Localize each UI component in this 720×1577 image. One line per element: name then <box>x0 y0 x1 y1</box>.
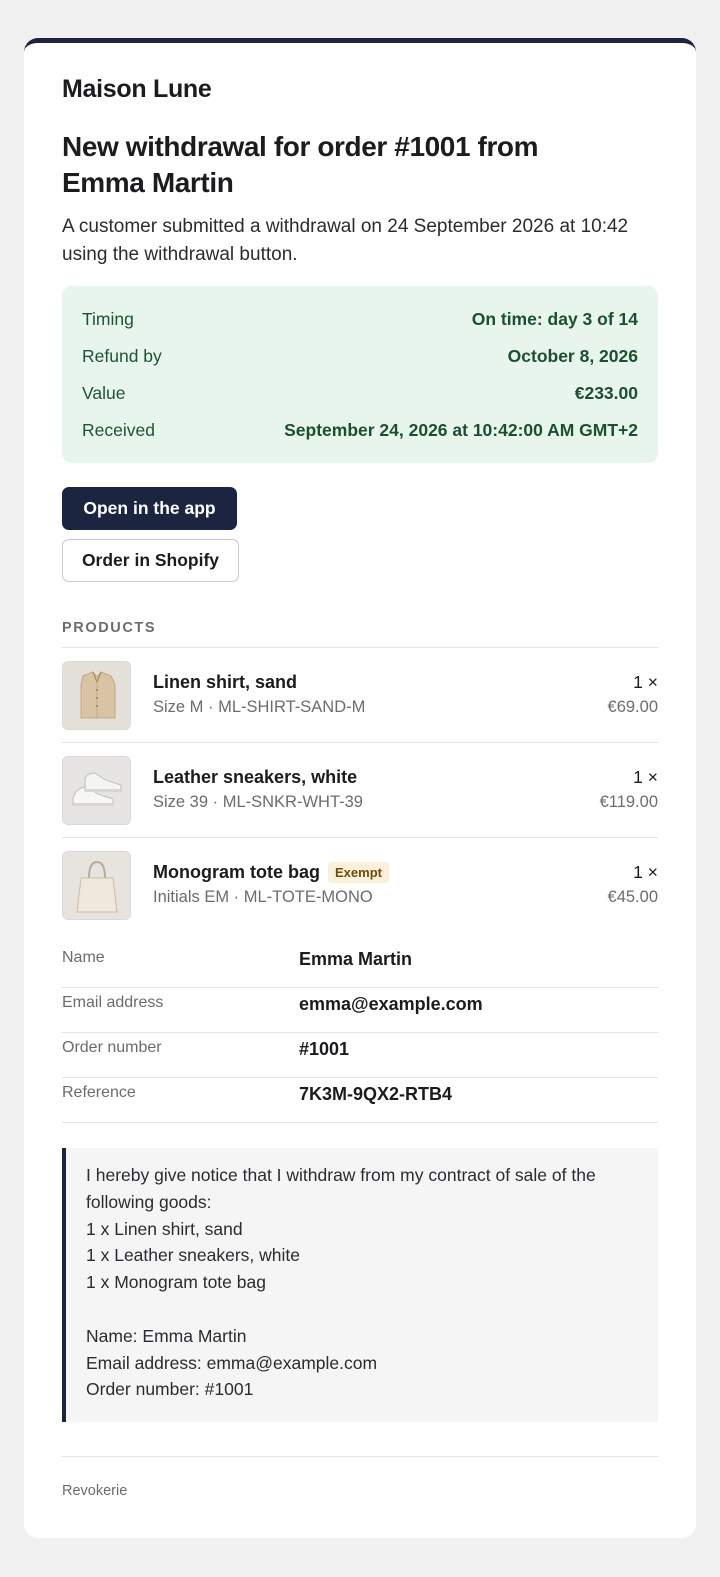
shirt-icon <box>63 662 130 729</box>
notice-line: 1 x Linen shirt, sand <box>86 1218 243 1239</box>
detail-label: Name <box>62 949 105 966</box>
notice-line <box>86 1296 638 1323</box>
detail-label: Reference <box>62 1084 136 1101</box>
notice-line: Order number: #1001 <box>86 1379 254 1400</box>
tote-bag-image <box>62 851 131 920</box>
detail-value: emma@example.com <box>299 994 483 1014</box>
product-row: Linen shirt, sand Size M · ML-SHIRT-SAND… <box>62 661 658 731</box>
product-quantity: 1 × <box>633 767 658 787</box>
summary-label: Timing <box>82 309 134 329</box>
detail-row-reference: Reference 7K3M-9QX2-RTB4 <box>62 1078 658 1123</box>
product-price: €119.00 <box>599 793 658 811</box>
product-quantity: 1 × <box>633 672 658 692</box>
exempt-badge: Exempt <box>328 862 389 883</box>
notice-line: I hereby give notice that I withdraw fro… <box>86 1165 596 1185</box>
order-in-shopify-button[interactable]: Order in Shopify <box>62 539 239 582</box>
summary-label: Refund by <box>82 346 162 366</box>
detail-row-name: Name Emma Martin <box>62 943 658 988</box>
summary-value: October 8, 2026 <box>507 346 638 366</box>
footer-divider <box>62 1456 658 1457</box>
email-headline: New withdrawal for order #1001 from Emma… <box>62 131 539 198</box>
summary-value: €233.00 <box>574 383 638 403</box>
sneakers-image <box>62 756 131 825</box>
footer-brand: Revokerie <box>62 1483 128 1499</box>
tote-bag-icon <box>63 852 130 919</box>
summary-value: September 24, 2026 at 10:42:00 AM GMT+2 <box>284 420 638 440</box>
sneakers-icon <box>63 757 130 824</box>
summary-value: On time: day 3 of 14 <box>471 309 638 329</box>
detail-row-order-number: Order number #1001 <box>62 1033 658 1078</box>
product-name-text: Leather sneakers, white <box>153 767 358 787</box>
detail-row-email: Email address emma@example.com <box>62 988 658 1033</box>
intro-text: A customer submitted a withdrawal on 24 … <box>62 216 629 265</box>
detail-label: Email address <box>62 994 164 1011</box>
notice-line: 1 x Leather sneakers, white <box>86 1245 301 1266</box>
detail-value: #1001 <box>299 1039 350 1059</box>
email-card: Maison Lune New withdrawal for order #10… <box>24 38 696 1538</box>
detail-label: Order number <box>62 1039 162 1056</box>
summary-row-timing: Timing On time: day 3 of 14 <box>82 309 638 330</box>
notice-line: 1 x Monogram tote bag <box>86 1272 266 1293</box>
product-details: Size M · ML-SHIRT-SAND-M <box>153 698 366 716</box>
summary-label: Value <box>82 383 126 403</box>
withdrawal-notice-quote: I hereby give notice that I withdraw fro… <box>62 1148 658 1422</box>
summary-row-received: Received September 24, 2026 at 10:42:00 … <box>82 420 638 441</box>
divider <box>62 742 658 743</box>
product-name: Leather sneakers, white <box>153 767 357 788</box>
summary-row-value: Value €233.00 <box>82 383 638 404</box>
detail-value: 7K3M-9QX2-RTB4 <box>299 1084 453 1104</box>
summary-label: Received <box>82 420 155 440</box>
detail-value: Emma Martin <box>299 949 413 969</box>
product-details: Size 39 · ML-SNKR-WHT-39 <box>153 793 363 811</box>
product-details: Initials EM · ML-TOTE-MONO <box>153 888 373 906</box>
product-row: Leather sneakers, white Size 39 · ML-SNK… <box>62 756 658 826</box>
product-name: Monogram tote bag Exempt <box>153 862 389 883</box>
shop-name: Maison Lune <box>62 75 212 103</box>
shirt-image <box>62 661 131 730</box>
notice-line: Email address: emma@example.com <box>86 1352 378 1373</box>
notice-line: Name: Emma Martin <box>86 1325 247 1346</box>
product-name-text: Linen shirt, sand <box>153 672 298 692</box>
summary-row-refund-by: Refund by October 8, 2026 <box>82 346 638 367</box>
divider <box>62 647 658 648</box>
withdrawal-summary-box: Timing On time: day 3 of 14 Refund by Oc… <box>62 286 658 463</box>
product-price: €45.00 <box>607 888 658 906</box>
open-in-app-button[interactable]: Open in the app <box>62 487 237 530</box>
product-price: €69.00 <box>607 698 658 716</box>
products-section-label: PRODUCTS <box>62 620 157 636</box>
product-name-text: Monogram tote bag <box>153 862 320 882</box>
divider <box>62 837 658 838</box>
notice-line: following goods: <box>86 1191 212 1212</box>
product-name: Linen shirt, sand <box>153 672 297 693</box>
product-row: Monogram tote bag Exempt Initials EM · M… <box>62 851 658 921</box>
product-quantity: 1 × <box>633 862 658 882</box>
